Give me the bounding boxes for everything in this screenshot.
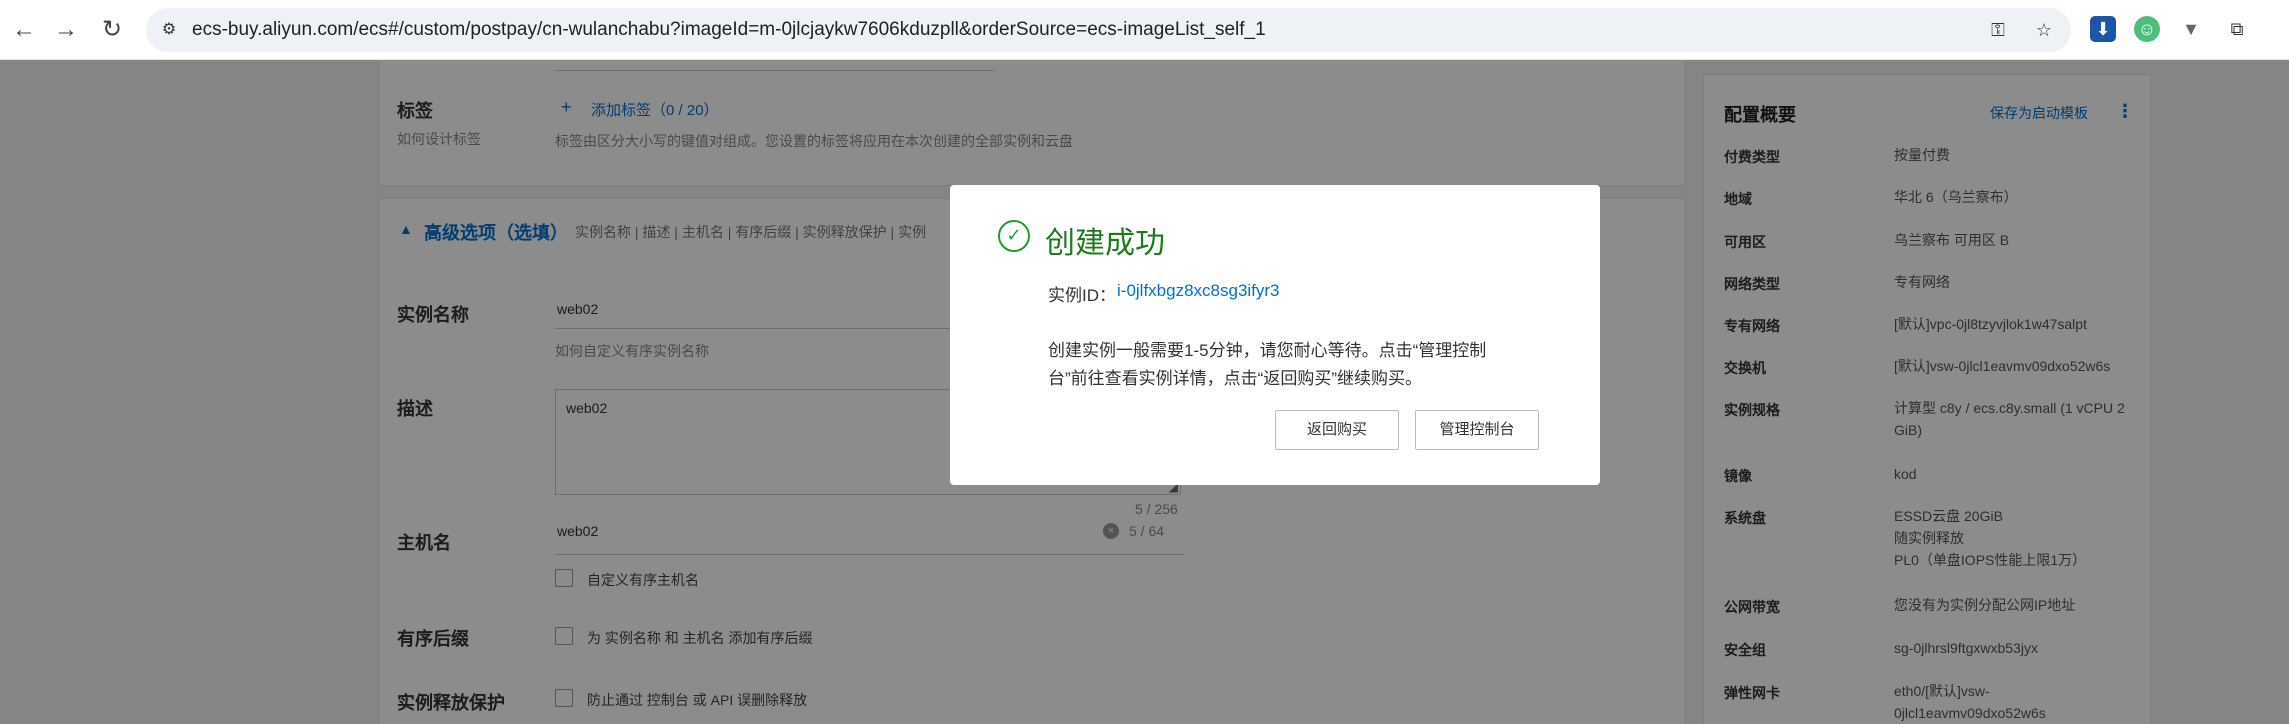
filter-extension-icon[interactable]: ▼ <box>2178 16 2204 42</box>
download-icon[interactable]: ⬇ <box>2090 16 2116 42</box>
instance-id-link[interactable]: i-0jlfxbgz8xc8sg3ifyr3 <box>1117 281 1280 301</box>
instance-id-label: 实例ID： <box>1048 286 1116 305</box>
browser-toolbar: ← → ↻ ⚙ ecs-buy.aliyun.com/ecs#/custom/p… <box>0 0 2289 60</box>
success-dialog: ✓ 创建成功 实例ID： i-0jlfxbgz8xc8sg3ifyr3 创建实例… <box>950 185 1600 485</box>
back-arrow-icon[interactable]: ← <box>8 14 40 46</box>
management-console-button[interactable]: 管理控制台 <box>1415 410 1539 450</box>
address-bar[interactable]: ⚙ ecs-buy.aliyun.com/ecs#/custom/postpay… <box>146 8 2071 52</box>
dialog-message: 创建实例一般需要1-5分钟，请您耐心等待。点击“管理控制台”前往查看实例详情，点… <box>1048 341 1487 388</box>
puzzle-icon[interactable]: ⧉ <box>2224 16 2250 42</box>
forward-arrow-icon[interactable]: → <box>50 14 82 46</box>
dialog-title: 创建成功 <box>1045 227 1165 260</box>
success-check-icon: ✓ <box>998 220 1030 252</box>
reload-icon[interactable]: ↻ <box>96 14 128 46</box>
bookmark-star-icon[interactable]: ☆ <box>2032 18 2056 42</box>
site-settings-icon[interactable]: ⚙ <box>158 19 180 41</box>
url-text[interactable]: ecs-buy.aliyun.com/ecs#/custom/postpay/c… <box>192 19 1266 41</box>
password-key-icon[interactable]: ⚿ <box>1986 18 2010 42</box>
back-to-purchase-button[interactable]: 返回购买 <box>1275 410 1399 450</box>
user-extension-icon[interactable]: ☺ <box>2134 16 2160 42</box>
